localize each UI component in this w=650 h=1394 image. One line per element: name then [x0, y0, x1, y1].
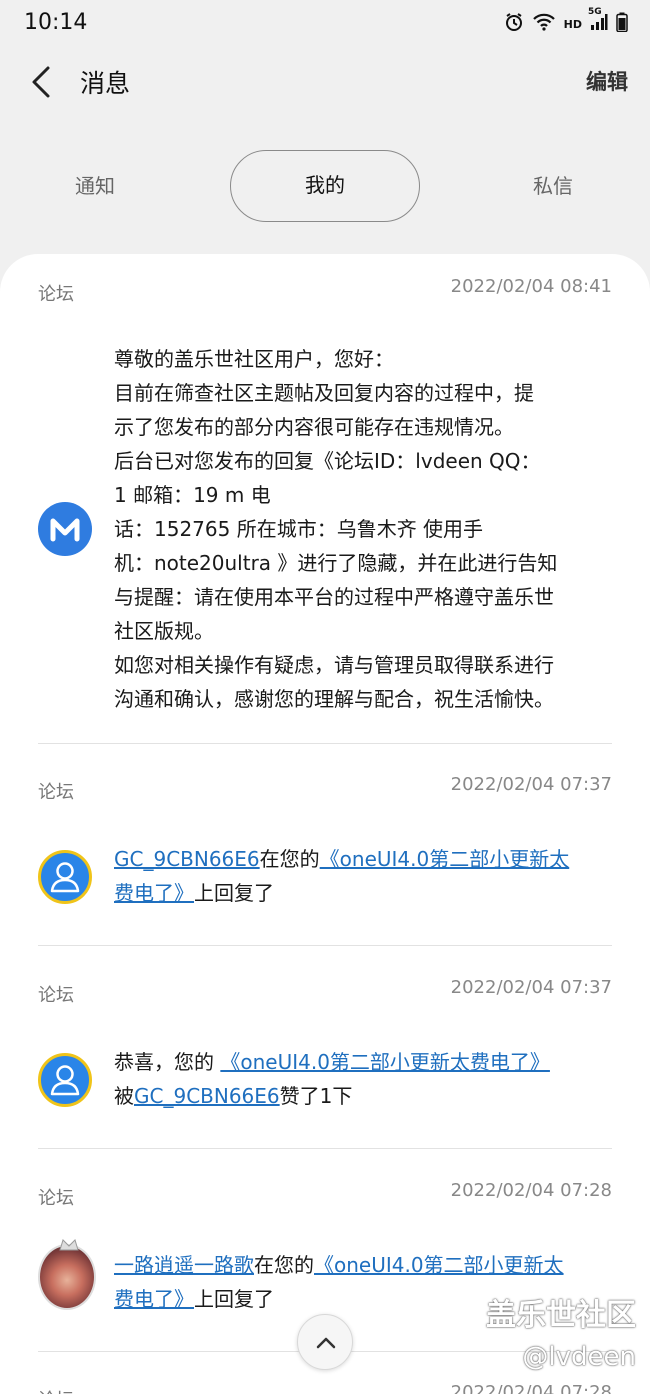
message-text: 上回复了	[194, 881, 274, 905]
divider	[38, 743, 612, 744]
divider	[38, 1148, 612, 1149]
message-line: 如您对相关操作有疑虑，请与管理员取得联系进行	[114, 653, 554, 677]
signal-icon: 5G	[588, 7, 608, 35]
list-item[interactable]: 论坛 2022/02/04 08:41 尊敬的盖乐世社区用户，您好： 目前在筛查…	[38, 276, 614, 740]
message-category: 论坛	[38, 1188, 74, 1209]
message-body: 恭喜，您的 《oneUI4.0第二部小更新太费电了》 被GC_9CBN66E6赞…	[114, 1045, 614, 1113]
message-line: 话：152765 所在城市：乌鲁木齐 使用手	[114, 517, 484, 541]
message-category: 论坛	[38, 782, 74, 803]
message-line: 后台已对您发布的回复《论坛ID：lvdeen QQ：	[114, 449, 541, 473]
crown-icon	[59, 1239, 79, 1251]
message-time: 2022/02/04 07:37	[450, 977, 612, 998]
message-line: 示了您发布的部分内容很可能存在违规情况。	[114, 415, 514, 439]
wifi-icon	[532, 12, 556, 36]
message-time: 2022/02/04 07:28	[450, 1382, 612, 1394]
message-line: 沟通和确认，感谢您的理解与配合，祝生活愉快。	[114, 687, 554, 711]
chevron-up-icon	[316, 1337, 336, 1349]
post-link-cont[interactable]: 费电了》	[114, 1287, 194, 1311]
message-text: 被	[114, 1084, 134, 1108]
message-list: 论坛 2022/02/04 08:41 尊敬的盖乐世社区用户，您好： 目前在筛查…	[0, 254, 650, 1394]
status-bar: 10:14 HD 5G	[0, 0, 650, 50]
tab-private-messages[interactable]: 私信	[503, 150, 603, 222]
message-text: 赞了1下	[279, 1084, 353, 1108]
message-time: 2022/02/04 08:41	[450, 276, 612, 297]
message-time: 2022/02/04 07:28	[450, 1180, 612, 1201]
tab-bar: 通知 我的 私信	[0, 150, 650, 222]
watermark-user: @lvdeen	[522, 1342, 636, 1372]
scroll-to-top-button[interactable]	[297, 1314, 353, 1370]
tab-mine[interactable]: 我的	[230, 150, 420, 222]
message-time: 2022/02/04 07:37	[450, 774, 612, 795]
network-label: 5G	[588, 7, 602, 17]
message-body: GC_9CBN66E6在您的《oneUI4.0第二部小更新太 费电了》上回复了	[114, 842, 614, 910]
post-link[interactable]: 《oneUI4.0第二部小更新太	[320, 847, 570, 871]
header: 消息 编辑	[0, 52, 650, 112]
post-link[interactable]: 《oneUI4.0第二部小更新太	[314, 1253, 564, 1277]
avatar[interactable]	[38, 502, 92, 556]
user-link[interactable]: GC_9CBN66E6	[114, 847, 260, 871]
avatar[interactable]	[38, 1053, 92, 1107]
message-text: 恭喜，您的	[114, 1050, 221, 1074]
edit-button[interactable]: 编辑	[586, 66, 628, 96]
post-link[interactable]: 《oneUI4.0第二部小更新太费电了》	[220, 1050, 550, 1074]
list-item[interactable]: 论坛 2022/02/04 07:37 GC_9CBN66E6在您的《oneUI…	[38, 774, 614, 938]
post-link-cont[interactable]: 费电了》	[114, 881, 194, 905]
message-text: 在您的	[259, 847, 320, 871]
avatar[interactable]	[38, 1239, 96, 1310]
tab-notifications[interactable]: 通知	[45, 150, 145, 222]
message-category: 论坛	[38, 985, 74, 1006]
message-line: 社区版规。	[114, 619, 214, 643]
status-time: 10:14	[24, 10, 88, 35]
user-link[interactable]: 一路逍遥一路歌	[114, 1253, 254, 1277]
divider	[38, 945, 612, 946]
user-icon	[50, 1065, 80, 1096]
hd-label: HD	[563, 17, 582, 31]
alarm-icon	[504, 12, 524, 36]
message-line: 与提醒：请在使用本平台的过程中严格遵守盖乐世	[114, 585, 554, 609]
chevron-left-icon	[32, 66, 50, 98]
message-category: 论坛	[38, 284, 74, 305]
watermark-brand: 盖乐世社区	[486, 1298, 636, 1333]
list-item[interactable]: 论坛 2022/02/04 07:37 恭喜，您的 《oneUI4.0第二部小更…	[38, 977, 614, 1141]
message-line: 目前在筛查社区主题帖及回复内容的过程中，提	[114, 381, 534, 405]
message-text: 上回复了	[194, 1287, 274, 1311]
avatar[interactable]	[38, 850, 92, 904]
back-button[interactable]	[28, 64, 58, 100]
message-text: 在您的	[254, 1253, 314, 1277]
message-body: 尊敬的盖乐世社区用户，您好： 目前在筛查社区主题帖及回复内容的过程中，提 示了您…	[114, 342, 614, 716]
message-category: 论坛	[38, 1386, 74, 1394]
list-item[interactable]: 论坛 2022/02/04 07:28	[38, 1382, 612, 1394]
user-icon	[50, 862, 80, 893]
page-title: 消息	[80, 69, 131, 98]
message-line: 机：note20ultra 》进行了隐藏，并在此进行告知	[114, 551, 558, 575]
user-link[interactable]: GC_9CBN66E6	[134, 1084, 280, 1108]
status-icons: HD 5G	[504, 7, 628, 36]
battery-icon	[616, 12, 628, 36]
message-line: 1 邮箱：19 m 电	[114, 483, 271, 507]
message-line: 尊敬的盖乐世社区用户，您好：	[114, 347, 394, 371]
m-logo-icon	[50, 518, 80, 542]
